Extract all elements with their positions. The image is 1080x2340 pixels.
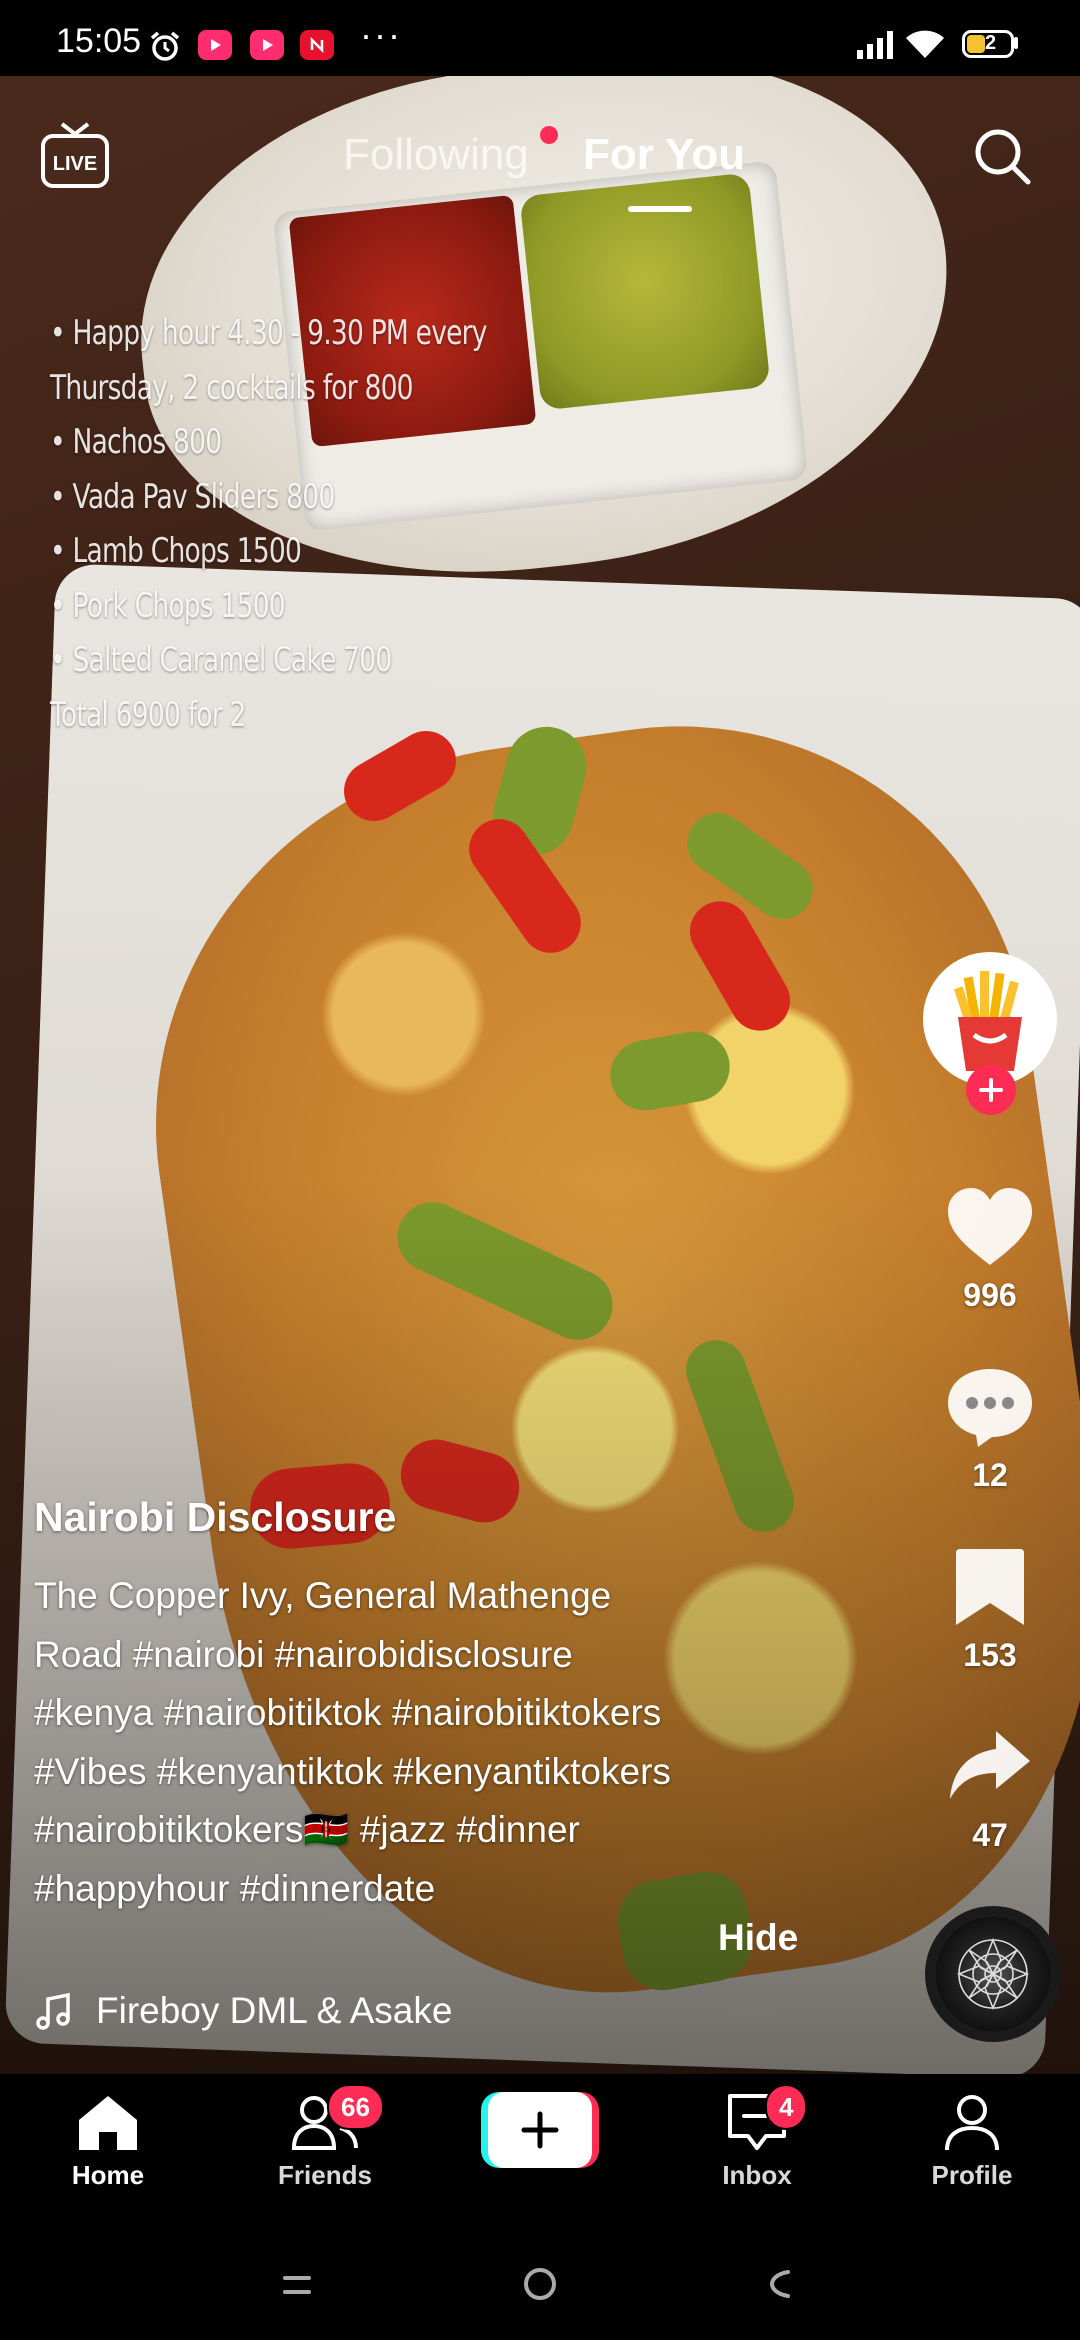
alarm-icon — [150, 31, 180, 61]
battery-icon: 2 — [962, 30, 1014, 58]
tab-for-you[interactable]: For You — [583, 130, 745, 180]
nav-friends[interactable]: Friends 66 — [245, 2084, 405, 2191]
overlay-line: • Lamb Chops 1500 — [50, 531, 302, 571]
caption-line: #kenya #nairobitiktok #nairobitiktokers — [34, 1692, 662, 1733]
status-time: 15:05 — [56, 22, 142, 60]
like-count: 996 — [963, 1277, 1017, 1313]
status-overflow: ··· — [360, 14, 402, 55]
plus-icon — [979, 1078, 1003, 1102]
tab-following[interactable]: Following — [343, 130, 529, 180]
feed-tabs: Following For You — [0, 126, 1080, 212]
battery-tip — [1014, 37, 1018, 49]
inbox-badge: 4 — [765, 2084, 808, 2130]
hide-button[interactable]: Hide — [718, 1917, 798, 1959]
author-name[interactable]: Nairobi Disclosure — [34, 1494, 396, 1541]
nav-home-label: Home — [71, 2160, 145, 2190]
share-button[interactable]: 47 — [920, 1725, 1060, 1854]
wifi-icon — [906, 30, 944, 58]
create-button-face — [488, 2092, 592, 2168]
caption-line: The Copper Ivy, General Mathenge — [34, 1575, 612, 1616]
share-icon — [950, 1731, 1030, 1799]
nav-profile-label: Profile — [931, 2160, 1013, 2190]
like-button[interactable]: 996 — [920, 1185, 1060, 1314]
caption-line: #happyhour #dinnerdate — [34, 1867, 436, 1909]
home-icon — [79, 2096, 137, 2150]
overlay-line: Total 6900 for 2 — [50, 694, 246, 735]
comment-button[interactable]: 12 — [920, 1365, 1060, 1494]
system-nav-bar — [0, 2220, 1080, 2340]
play-app-icon — [250, 30, 284, 60]
save-button[interactable]: 153 — [920, 1545, 1060, 1674]
fries-icon — [954, 971, 1022, 1071]
profile-icon — [945, 2095, 999, 2151]
avatar[interactable] — [926, 955, 1054, 1083]
caption-line: #nairobitiktokers🇰🇪 #jazz #dinner — [34, 1809, 580, 1850]
nav-friends-label: Friends — [278, 2160, 372, 2190]
save-count: 153 — [963, 1637, 1017, 1673]
recents-icon[interactable] — [282, 2272, 312, 2298]
comment-icon — [948, 1369, 1032, 1447]
post-caption[interactable]: The Copper Ivy, General Mathenge Road #n… — [34, 1567, 794, 1918]
play-app-icon — [198, 30, 232, 60]
back-icon[interactable] — [766, 2268, 796, 2300]
mandala-icon — [956, 1937, 1030, 2011]
bookmark-icon — [956, 1549, 1024, 1625]
tab-following-dot — [540, 126, 558, 144]
caption-line: Road #nairobi #nairobidisclosure — [34, 1633, 573, 1675]
overlay-line: • Salted Caramel Cake 700 — [50, 640, 392, 680]
search-icon[interactable] — [970, 124, 1034, 188]
nav-profile[interactable]: Profile — [892, 2090, 1052, 2191]
battery-level: 2 — [985, 32, 997, 54]
music-disc[interactable] — [935, 1916, 1051, 2032]
news-app-icon — [300, 30, 334, 60]
music-info[interactable]: Fireboy DML & Asake — [34, 1985, 452, 2037]
nav-inbox-label: Inbox — [722, 2160, 792, 2190]
music-title: Fireboy DML & Asake — [96, 1990, 453, 2031]
create-button[interactable] — [481, 2092, 599, 2168]
plus-icon — [521, 2111, 559, 2149]
overlay-line: • Happy hour 4.30 - 9.30 PM every — [50, 313, 487, 353]
music-note-icon — [36, 1992, 70, 2030]
tab-active-indicator — [628, 206, 692, 212]
caption-line: #Vibes #kenyantiktok #kenyantiktokers — [34, 1750, 671, 1792]
comment-count: 12 — [972, 1457, 1008, 1493]
overlay-line: • Pork Chops 1500 — [50, 585, 286, 626]
home-circle-icon[interactable] — [522, 2266, 558, 2302]
friends-badge: 66 — [327, 2084, 384, 2130]
bottom-nav: Home Friends 66 Inbox 4 Profile — [0, 2074, 1080, 2220]
overlay-line: Thursday, 2 cocktails for 800 — [50, 367, 414, 408]
heart-icon — [948, 1188, 1032, 1265]
share-count: 47 — [972, 1817, 1008, 1853]
signal-icon — [857, 31, 893, 59]
nav-home[interactable]: Home — [28, 2090, 188, 2191]
follow-button[interactable] — [966, 1065, 1016, 1115]
nav-inbox[interactable]: Inbox 4 — [677, 2084, 837, 2191]
overlay-line: • Nachos 800 — [50, 422, 222, 462]
overlay-line: • Vada Pav Sliders 800 — [50, 476, 335, 517]
status-bar: 15:05 ··· 2 — [0, 0, 1080, 76]
video-text-overlay: • Happy hour 4.30 - 9.30 PM every Thursd… — [50, 306, 487, 742]
